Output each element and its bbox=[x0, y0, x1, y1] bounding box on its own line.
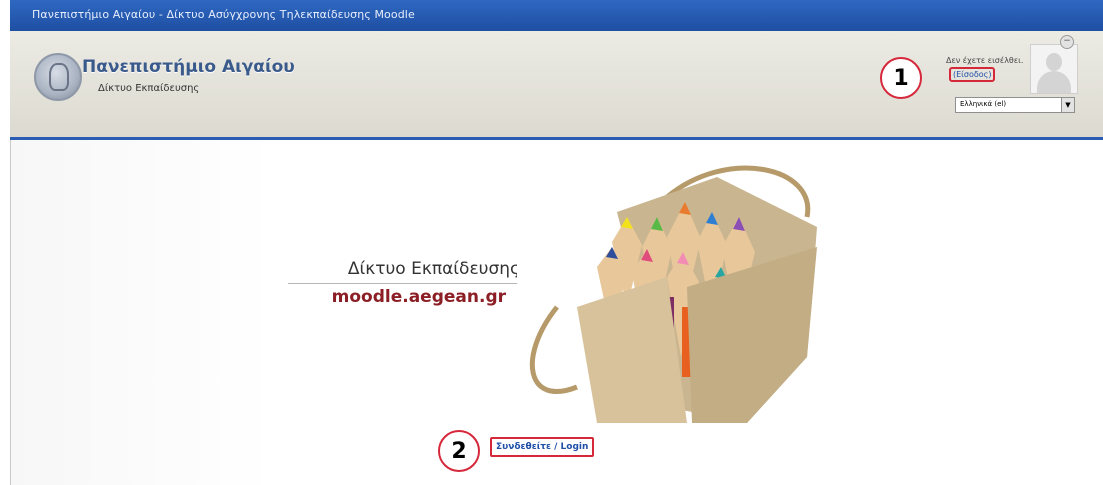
banner-title: Δίκτυο Εκπαίδευσης bbox=[347, 259, 520, 279]
annotation-step-2: 2 bbox=[438, 430, 480, 472]
logo-subtitle: Δίκτυο Εκπαίδευσης bbox=[98, 83, 200, 94]
window-title: Πανεπιστήμιο Αιγαίου - Δίκτυο Ασύγχρονης… bbox=[32, 8, 415, 21]
chevron-down-icon[interactable]: ▼ bbox=[1061, 98, 1074, 112]
content-left-gradient bbox=[11, 140, 274, 485]
language-selected-value: Ελληνικά (el) bbox=[960, 100, 1007, 108]
header-login-link[interactable]: (Είσοδος) bbox=[949, 67, 996, 82]
pencils-in-bag-image bbox=[517, 157, 836, 423]
window-titlebar: Πανεπιστήμιο Αιγαίου - Δίκτυο Ασύγχρονης… bbox=[10, 0, 1103, 31]
university-emblem-icon bbox=[34, 53, 82, 101]
university-logo[interactable]: Πανεπιστήμιο Αιγαίου Δίκτυο Εκπαίδευσης bbox=[34, 51, 295, 111]
welcome-banner: Δίκτυο Εκπαίδευσης moodle.aegean.gr bbox=[274, 157, 836, 423]
avatar-body-shape bbox=[1037, 71, 1071, 93]
banner-url: moodle.aegean.gr bbox=[331, 287, 506, 307]
avatar-head-shape bbox=[1046, 53, 1062, 71]
banner-divider bbox=[288, 283, 520, 284]
site-header: Πανεπιστήμιο Αιγαίου Δίκτυο Εκπαίδευσης bbox=[10, 31, 1103, 140]
login-button[interactable]: Συνδεθείτε / Login bbox=[490, 437, 595, 457]
user-avatar bbox=[1030, 44, 1078, 94]
logo-title: Πανεπιστήμιο Αιγαίου bbox=[82, 57, 295, 77]
language-select[interactable]: Ελληνικά (el) ▼ bbox=[955, 97, 1075, 113]
avatar-close-icon[interactable]: − bbox=[1060, 35, 1074, 49]
annotation-step-1: 1 bbox=[880, 57, 922, 99]
login-status-text: Δεν έχετε εισέλθει. bbox=[946, 56, 1024, 65]
